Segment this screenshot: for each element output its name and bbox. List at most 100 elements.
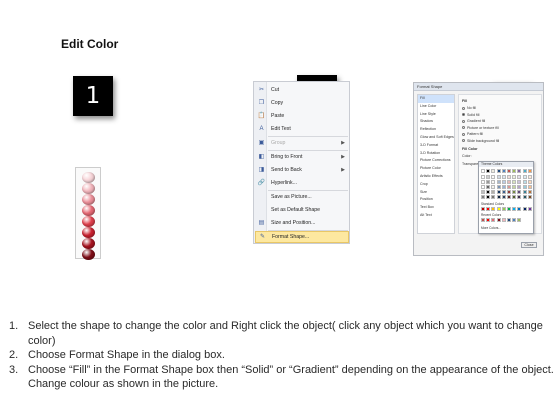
dialog-nav-item[interactable]: Artistic Effects bbox=[418, 173, 454, 181]
standard-color-swatch[interactable] bbox=[507, 207, 511, 211]
theme-color-swatch[interactable] bbox=[496, 175, 501, 179]
fill-option-radio[interactable]: Slide background fill bbox=[462, 139, 499, 143]
standard-color-swatch[interactable] bbox=[491, 207, 496, 211]
theme-color-swatch[interactable] bbox=[496, 169, 501, 173]
theme-color-swatch[interactable] bbox=[491, 185, 496, 189]
recent-color-swatch[interactable] bbox=[501, 218, 506, 222]
close-button[interactable]: Close bbox=[521, 242, 537, 248]
recent-color-swatch[interactable] bbox=[512, 218, 517, 222]
ball-shape[interactable] bbox=[82, 194, 95, 205]
standard-color-swatch[interactable] bbox=[512, 207, 517, 211]
theme-color-swatch[interactable] bbox=[527, 180, 532, 184]
theme-color-swatch[interactable] bbox=[491, 175, 496, 179]
theme-color-swatch[interactable] bbox=[512, 185, 517, 189]
theme-color-swatch[interactable] bbox=[486, 175, 491, 179]
theme-color-swatch[interactable] bbox=[491, 180, 496, 184]
ball-shape[interactable] bbox=[82, 205, 95, 216]
menu-item-cut[interactable]: ✂ Cut bbox=[255, 84, 349, 96]
ball-column-shape[interactable] bbox=[75, 167, 101, 260]
theme-color-swatch[interactable] bbox=[517, 175, 522, 179]
theme-color-swatch[interactable] bbox=[527, 195, 532, 199]
theme-color-swatch[interactable] bbox=[517, 195, 522, 199]
recent-color-swatch[interactable] bbox=[486, 218, 491, 222]
theme-color-swatch[interactable] bbox=[486, 190, 491, 194]
theme-color-swatch[interactable] bbox=[507, 175, 511, 179]
more-colors-link[interactable]: More Colors... bbox=[481, 226, 501, 230]
dialog-nav-item[interactable]: Alt Text bbox=[418, 212, 454, 220]
menu-item-edit-text[interactable]: A Edit Text bbox=[255, 123, 349, 135]
dialog-nav-item[interactable]: Position bbox=[418, 196, 454, 204]
theme-color-swatch[interactable] bbox=[522, 175, 527, 179]
menu-item-size-and-position[interactable]: ▤ Size and Position... bbox=[255, 217, 349, 229]
theme-color-swatch[interactable] bbox=[507, 195, 511, 199]
dialog-nav-item[interactable]: Text Box bbox=[418, 204, 454, 212]
theme-color-swatch[interactable] bbox=[517, 190, 522, 194]
standard-color-swatch[interactable] bbox=[481, 207, 485, 211]
theme-color-swatch[interactable] bbox=[507, 169, 511, 173]
ball-shape[interactable] bbox=[82, 183, 95, 194]
dialog-nav-item[interactable]: Picture Corrections bbox=[418, 157, 454, 165]
dialog-nav-item[interactable]: Line Style bbox=[418, 111, 454, 119]
theme-color-swatch[interactable] bbox=[501, 185, 506, 189]
dialog-nav-item[interactable]: Size bbox=[418, 189, 454, 197]
theme-color-swatch[interactable] bbox=[522, 195, 527, 199]
theme-color-swatch[interactable] bbox=[522, 169, 527, 173]
theme-color-swatch[interactable] bbox=[481, 190, 485, 194]
standard-color-swatch[interactable] bbox=[486, 207, 491, 211]
theme-color-swatch[interactable] bbox=[522, 190, 527, 194]
theme-color-swatch[interactable] bbox=[527, 175, 532, 179]
dialog-nav-item[interactable]: Crop bbox=[418, 181, 454, 189]
ball-shape[interactable] bbox=[82, 216, 95, 227]
theme-color-swatch[interactable] bbox=[522, 185, 527, 189]
theme-color-swatch[interactable] bbox=[496, 185, 501, 189]
ball-shape[interactable] bbox=[82, 172, 95, 183]
recent-color-swatch[interactable] bbox=[517, 218, 522, 222]
dialog-nav-item[interactable]: 3-D Format bbox=[418, 142, 454, 150]
fill-option-radio[interactable]: Pattern fill bbox=[462, 132, 483, 136]
menu-item-save-as-picture[interactable]: Save as Picture... bbox=[255, 191, 349, 203]
standard-color-swatch[interactable] bbox=[501, 207, 506, 211]
theme-color-swatch[interactable] bbox=[507, 190, 511, 194]
theme-color-swatch[interactable] bbox=[481, 195, 485, 199]
theme-color-swatch[interactable] bbox=[512, 180, 517, 184]
theme-color-swatch[interactable] bbox=[527, 169, 532, 173]
recent-color-swatch[interactable] bbox=[481, 218, 485, 222]
theme-color-swatch[interactable] bbox=[512, 169, 517, 173]
menu-item-hyperlink[interactable]: 🔗 Hyperlink... bbox=[255, 177, 349, 189]
theme-color-swatch[interactable] bbox=[517, 169, 522, 173]
theme-color-swatch[interactable] bbox=[522, 180, 527, 184]
theme-color-swatch[interactable] bbox=[501, 195, 506, 199]
theme-color-swatch[interactable] bbox=[496, 180, 501, 184]
fill-option-radio[interactable]: Gradient fill bbox=[462, 119, 485, 123]
theme-color-swatch[interactable] bbox=[512, 175, 517, 179]
menu-item-group[interactable]: ▣ Group ▶ bbox=[255, 137, 349, 149]
theme-color-swatch[interactable] bbox=[496, 195, 501, 199]
theme-color-swatch[interactable] bbox=[491, 190, 496, 194]
fill-option-radio[interactable]: Solid fill bbox=[462, 113, 479, 117]
menu-item-copy[interactable]: ❐ Copy bbox=[255, 97, 349, 109]
menu-item-bring-to-front[interactable]: ◧ Bring to Front ▶ bbox=[255, 151, 349, 163]
theme-color-swatch[interactable] bbox=[512, 190, 517, 194]
theme-color-swatch[interactable] bbox=[517, 185, 522, 189]
theme-color-swatch[interactable] bbox=[501, 190, 506, 194]
dialog-nav-item[interactable]: Glow and Soft Edges bbox=[418, 134, 454, 142]
theme-color-swatch[interactable] bbox=[486, 180, 491, 184]
theme-color-swatch[interactable] bbox=[517, 180, 522, 184]
theme-color-swatch[interactable] bbox=[501, 175, 506, 179]
color-palette-dropdown[interactable]: Theme Colors Standard Colors Recent Color… bbox=[478, 161, 534, 234]
menu-item-format-shape[interactable]: ✎ Format Shape... bbox=[255, 231, 349, 243]
theme-color-swatch[interactable] bbox=[486, 185, 491, 189]
ball-shape[interactable] bbox=[82, 238, 95, 249]
theme-color-swatch[interactable] bbox=[527, 185, 532, 189]
ball-shape[interactable] bbox=[82, 227, 95, 238]
recent-color-swatch[interactable] bbox=[491, 218, 496, 222]
theme-color-swatch[interactable] bbox=[496, 190, 501, 194]
theme-color-swatch[interactable] bbox=[527, 190, 532, 194]
dialog-nav-item[interactable]: 3-D Rotation bbox=[418, 150, 454, 158]
standard-color-swatch[interactable] bbox=[517, 207, 522, 211]
recent-color-swatch[interactable] bbox=[496, 218, 501, 222]
fill-option-radio[interactable]: No fill bbox=[462, 106, 476, 110]
theme-color-swatch[interactable] bbox=[507, 180, 511, 184]
standard-color-swatch[interactable] bbox=[522, 207, 527, 211]
dialog-nav-item[interactable]: Line Color bbox=[418, 103, 454, 111]
